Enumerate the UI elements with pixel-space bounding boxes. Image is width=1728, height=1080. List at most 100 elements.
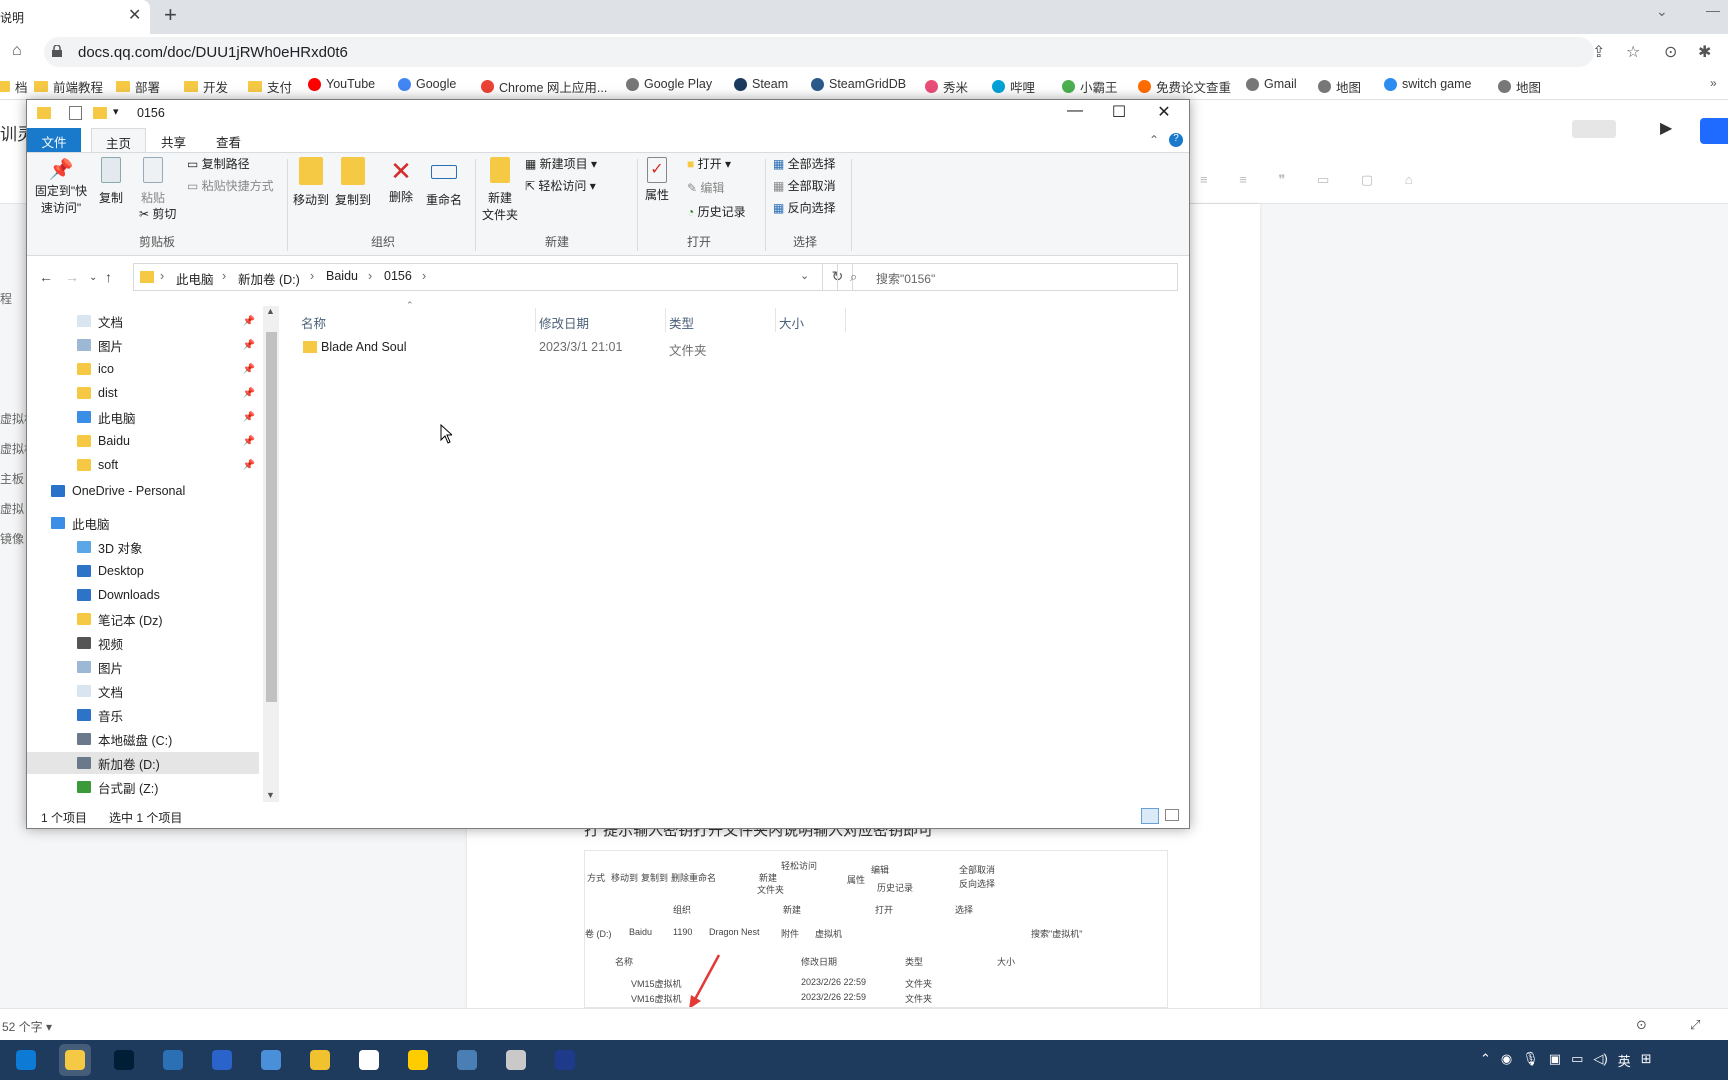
rename-button[interactable]: 重命名 [423,157,465,208]
bookmark-item[interactable]: 档 [0,77,28,96]
puzzle-icon[interactable]: ✱ [1698,42,1711,62]
breadcrumb-drive-d[interactable]: 新加卷 (D:) [238,269,300,288]
invert-selection-button[interactable]: ▦ 反向选择 [773,199,836,216]
maximize-button[interactable]: ☐ [1104,102,1134,122]
new-folder-button[interactable]: 新建 文件夹 [479,157,521,223]
history-button[interactable]: ◔ 历史记录 [687,203,746,220]
bookmark-item[interactable]: 地图 [1498,77,1541,96]
share-button[interactable] [1700,118,1728,144]
share-page-icon[interactable]: ⇪ [1592,42,1605,62]
edit-button[interactable]: ✎ 编辑 [687,179,724,196]
network-icon[interactable]: ◉ [1501,1051,1512,1070]
select-none-button[interactable]: ▦ 全部取消 [773,177,836,194]
nav-item[interactable]: 台式副 (Z:) [27,776,259,798]
wifi-icon[interactable]: ▭ [1571,1051,1583,1070]
outline-item[interactable]: 程 [0,290,12,307]
close-tab-icon[interactable]: ✕ [128,5,141,25]
bookmark-item[interactable]: Gmail [1246,77,1297,91]
tab-view[interactable]: 查看 [202,128,255,152]
home-icon[interactable]: ⌂ [12,42,22,60]
taskbar-app[interactable] [10,1044,42,1076]
taskbar-app[interactable] [402,1044,434,1076]
bookmark-item[interactable]: Chrome 网上应用... [481,77,607,96]
taskbar-app[interactable] [255,1044,287,1076]
taskbar-app[interactable] [206,1044,238,1076]
minimize-button[interactable]: — [1060,102,1090,120]
new-folder-qat-icon[interactable] [93,107,107,119]
bookmark-item[interactable]: 部署 [116,77,160,96]
delete-button[interactable]: ✕ 删除 [385,157,417,205]
address-dropdown-icon[interactable]: ⌄ [800,269,809,282]
new-tab-icon[interactable]: + [164,2,177,28]
nav-item[interactable]: Downloads [27,584,259,606]
bookmark-item[interactable]: Steam [734,77,788,91]
bookmark-item[interactable]: 哔哩 [992,77,1035,96]
cut-button[interactable]: ✂ 剪切 [139,205,176,222]
nav-item[interactable]: 此电脑 📌 [27,406,259,428]
up-arrow-icon[interactable]: ↑ [105,269,112,285]
new-item-button[interactable]: ▦ 新建项目 ▾ [525,155,597,172]
word-count[interactable]: 52 个字 ▾ [2,1018,52,1035]
column-header-size[interactable]: 大小 [779,313,804,332]
nav-item[interactable]: 音乐 [27,704,259,726]
nav-item[interactable]: 本地磁盘 (C:) [27,728,259,750]
bookmark-item[interactable]: 开发 [184,77,228,96]
outline-item[interactable]: 虚拟 [0,500,24,517]
column-header-name[interactable]: 名称 [301,313,326,332]
nav-item[interactable]: 文档 📌 [27,310,259,332]
bookmark-item[interactable]: switch game [1384,77,1471,91]
nav-item[interactable]: ico 📌 [27,358,259,380]
paste-button[interactable]: 粘贴 [135,157,171,206]
keyboard-icon[interactable]: ⊞ [1641,1051,1652,1070]
nav-item[interactable]: OneDrive - Personal [27,480,259,502]
bookmark-item[interactable]: Google [398,77,456,91]
help-icon[interactable]: ? [1169,133,1183,147]
nav-scroll-thumb[interactable] [266,332,277,702]
address-bar[interactable]: docs.qq.com/doc/DUU1jRWh0eHRxd0t6 [44,37,1594,67]
move-to-button[interactable]: 移动到 [291,157,331,208]
nav-item[interactable]: 3D 对象 [27,536,259,558]
bookmark-item[interactable]: 支付 [248,77,292,96]
breadcrumb-baidu[interactable]: Baidu [326,269,358,283]
bookmark-item[interactable]: 免费论文查重 [1138,77,1231,96]
extension-icon[interactable]: ⊙ [1664,42,1677,62]
taskbar-app[interactable] [59,1044,91,1076]
paste-shortcut-button[interactable]: ▭ 粘贴快捷方式 [187,177,274,194]
bookmark-item[interactable]: YouTube [308,77,375,91]
nav-item[interactable]: 笔记本 (Dz) [27,608,259,630]
nav-item[interactable]: 图片 📌 [27,334,259,356]
avatar[interactable] [1572,120,1616,138]
copy-path-button[interactable]: ▭ 复制路径 [187,155,250,172]
column-header-type[interactable]: 类型 [669,313,694,332]
tab-file[interactable]: 文件 [27,128,81,152]
play-icon[interactable]: ⊙ [1636,1017,1647,1033]
easy-access-button[interactable]: ⇱ 轻松访问 ▾ [525,177,596,194]
bookmark-item[interactable]: 地图 [1318,77,1361,96]
collapse-ribbon-icon[interactable]: ⌃ [1149,133,1159,147]
open-button[interactable]: ■ 打开 ▾ [687,155,731,172]
nav-item[interactable]: Desktop [27,560,259,582]
forward-arrow-icon[interactable]: → [65,269,79,285]
large-icons-view-icon[interactable] [1165,809,1179,821]
outline-item[interactable]: 镜像 [0,530,24,547]
taskbar-app[interactable] [304,1044,336,1076]
nav-item[interactable]: 图片 [27,656,259,678]
select-all-button[interactable]: ▦ 全部选择 [773,155,836,172]
taskbar-app[interactable] [157,1044,189,1076]
mic-icon[interactable]: 🎙 [1522,1051,1539,1070]
present-icon[interactable]: ▶ [1660,118,1672,138]
taskbar-app[interactable] [549,1044,581,1076]
bookmark-item[interactable]: 前端教程 [34,77,103,96]
more-bookmarks-icon[interactable]: » [1710,76,1717,90]
volume-icon[interactable]: ◁) [1593,1051,1607,1070]
tab-home[interactable]: 主页 [91,128,147,152]
nav-item[interactable]: 视频 [27,632,259,654]
back-arrow-icon[interactable]: ← [39,269,53,285]
close-button[interactable]: ✕ [1149,102,1179,122]
properties-button[interactable]: ✓ 属性 [641,157,673,203]
copy-to-button[interactable]: 复制到 [333,157,373,208]
file-row[interactable]: Blade And Soul 2023/3/1 21:01 文件夹 [281,336,1189,358]
tab-share[interactable]: 共享 [147,128,200,152]
taskbar-app[interactable] [108,1044,140,1076]
scroll-up-icon[interactable]: ▲ [266,306,275,316]
